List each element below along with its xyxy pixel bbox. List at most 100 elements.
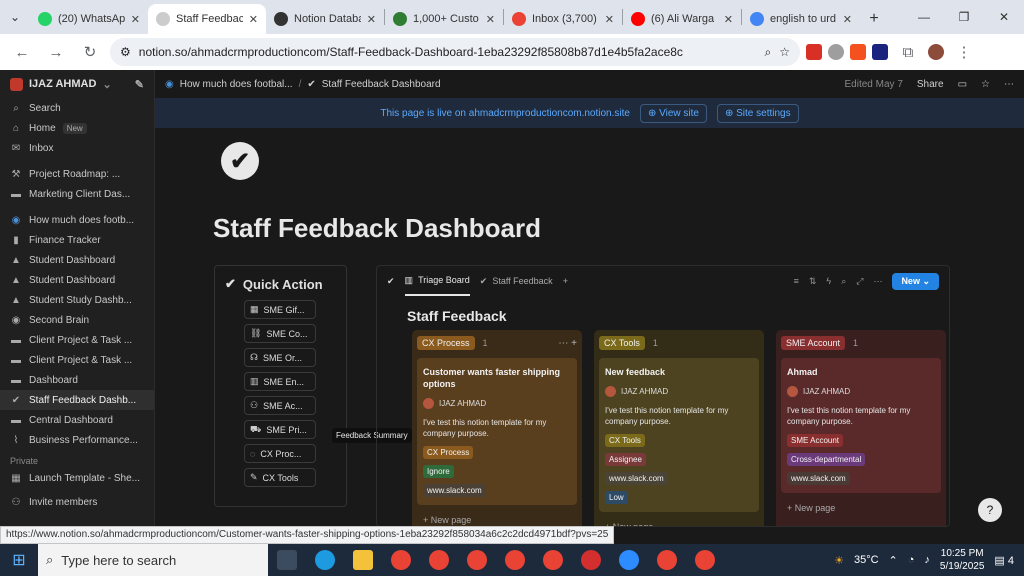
extension-icon[interactable] <box>872 44 888 60</box>
sidebar-item[interactable]: ⌕ Search <box>0 98 154 118</box>
sidebar-item[interactable]: ▬ Client Project & Task ... <box>0 330 154 350</box>
chrome-icon[interactable] <box>534 544 572 576</box>
page-check-icon[interactable]: ✔ <box>221 142 259 180</box>
edge-icon[interactable] <box>306 544 344 576</box>
extension-icon[interactable] <box>850 44 866 60</box>
breadcrumb-page[interactable]: Staff Feedback Dashboard <box>322 79 441 90</box>
url-text[interactable]: notion.so/ahmadcrmproductioncom/Staff-Fe… <box>139 45 757 59</box>
windows-start-icon[interactable]: ⊞ <box>0 544 38 576</box>
comment-icon[interactable]: ▭ <box>958 79 967 90</box>
sidebar-item[interactable]: ▬ Client Project & Task ... <box>0 350 154 370</box>
new-page-icon[interactable]: ✎ <box>135 78 144 91</box>
quick-action-button[interactable]: ⚇ SME Ac... <box>244 396 316 415</box>
quick-action-button[interactable]: ⛟ SME Pri... <box>244 420 316 439</box>
sidebar-item[interactable]: ▲ Student Dashboard <box>0 250 154 270</box>
extension-icon[interactable] <box>806 44 822 60</box>
sidebar-item[interactable]: ▬ Dashboard <box>0 370 154 390</box>
show-hidden-icons[interactable]: ⌃ <box>889 554 898 567</box>
tab-close-icon[interactable]: ✕ <box>367 13 376 26</box>
reload-icon[interactable]: ↻ <box>76 38 104 66</box>
zoom-icon[interactable]: ⌕ <box>765 45 772 60</box>
clock[interactable]: 10:25 PM 5/19/2025 <box>940 547 985 573</box>
sort-icon[interactable]: ⇅ <box>809 276 817 287</box>
browser-tab[interactable]: Inbox (3,700) ✕ <box>504 4 622 34</box>
column-more-icon[interactable]: ⋯ + <box>558 338 577 349</box>
favorite-star-icon[interactable]: ☆ <box>981 79 990 90</box>
extensions-puzzle-icon[interactable]: ⧉ <box>894 38 922 66</box>
quick-action-button[interactable]: ⛓ SME Co... <box>244 324 316 343</box>
bookmark-star-icon[interactable]: ☆ <box>779 45 790 59</box>
search-icon[interactable]: ⌕ <box>841 276 846 287</box>
record-icon[interactable] <box>572 544 610 576</box>
chrome-icon[interactable] <box>382 544 420 576</box>
sidebar-item[interactable]: ▬ Central Dashboard <box>0 410 154 430</box>
quick-action-button[interactable]: ◌ CX Proc... <box>244 444 316 463</box>
sidebar-item[interactable]: ▬ Marketing Client Das... <box>0 184 154 204</box>
sidebar-item[interactable]: ▲ Student Study Dashb... <box>0 290 154 310</box>
taskbar-search[interactable]: ⌕ Type here to search <box>38 544 268 576</box>
weather-icon[interactable]: ☀ <box>834 554 844 567</box>
restore-icon[interactable]: ❐ <box>944 0 984 34</box>
tab-close-icon[interactable]: ✕ <box>843 13 852 26</box>
feedback-card[interactable]: New feedback IJAZ AHMAD I've test this not… <box>599 358 759 512</box>
network-icon[interactable]: ◔ <box>908 554 915 566</box>
more-options-icon[interactable]: ⋯ <box>1004 79 1014 90</box>
new-tab-icon[interactable]: + <box>860 4 888 34</box>
automation-icon[interactable]: ϟ <box>826 276 831 286</box>
volume-icon[interactable]: ♪ <box>924 554 930 566</box>
tab-triage-board[interactable]: ▥ Triage Board <box>404 266 470 296</box>
sidebar-item[interactable]: ✔ Staff Feedback Dashb... <box>0 390 154 410</box>
share-button[interactable]: Share <box>917 79 944 90</box>
column-status-pill[interactable]: CX Tools <box>599 336 645 350</box>
tab-search-icon[interactable]: ⌄ <box>0 0 30 34</box>
forward-icon[interactable]: → <box>42 38 70 66</box>
feedback-card[interactable]: Customer wants faster shipping options IJ… <box>417 358 577 505</box>
sidebar-item[interactable]: ▲ Student Dashboard <box>0 270 154 290</box>
site-info-icon[interactable]: ⚙ <box>120 45 131 59</box>
zoom-icon[interactable] <box>610 544 648 576</box>
back-icon[interactable]: ← <box>8 38 36 66</box>
sidebar-item[interactable]: ⌇ Business Performance... <box>0 430 154 450</box>
profile-avatar[interactable] <box>928 44 944 60</box>
tab-close-icon[interactable]: ✕ <box>131 13 140 26</box>
sidebar-item[interactable]: ◉ Second Brain <box>0 310 154 330</box>
browser-menu-icon[interactable]: ⋮ <box>950 38 978 66</box>
view-site-button[interactable]: ⊕ View site <box>639 103 707 123</box>
new-button[interactable]: New ⌄ <box>892 272 939 290</box>
invite-members[interactable]: ⚇ Invite members <box>0 492 154 512</box>
browser-tab[interactable]: Staff Feedback ✕ <box>148 4 266 34</box>
column-status-pill[interactable]: SME Account <box>781 336 846 350</box>
quick-action-button[interactable]: ▥ SME En... <box>244 372 316 391</box>
notifications-icon[interactable]: ▤ 4 <box>994 554 1014 567</box>
chrome-icon[interactable] <box>496 544 534 576</box>
quick-action-button[interactable]: ✎ CX Tools <box>244 468 316 487</box>
sidebar-item[interactable]: ⚒ Project Roadmap: ... <box>0 164 154 184</box>
close-window-icon[interactable]: ✕ <box>984 0 1024 34</box>
chrome-icon[interactable] <box>420 544 458 576</box>
browser-tab[interactable]: 1,000+ Custo ✕ <box>385 4 503 34</box>
page-title[interactable]: Staff Feedback Dashboard <box>213 213 541 244</box>
sidebar-item[interactable]: ▮ Finance Tracker <box>0 230 154 250</box>
tab-close-icon[interactable]: ✕ <box>486 13 495 26</box>
filter-icon[interactable]: ≡ <box>794 276 799 286</box>
teamspace-header[interactable]: ◉ How much does footb... <box>0 210 154 230</box>
temperature[interactable]: 35°C <box>854 554 879 566</box>
browser-tab[interactable]: (20) WhatsApp ✕ <box>30 4 148 34</box>
task-view-icon[interactable] <box>268 544 306 576</box>
sidebar-item[interactable]: ▦ Launch Template - She... <box>0 468 154 488</box>
column-status-pill[interactable]: CX Process <box>417 336 475 350</box>
expand-icon[interactable]: ⤢ <box>856 276 863 287</box>
browser-tab[interactable]: (6) Ali Warga ✕ <box>623 4 741 34</box>
feedback-card[interactable]: Ahmad IJAZ AHMAD I've test this notion tem… <box>781 358 941 493</box>
tab-close-icon[interactable]: ✕ <box>605 13 614 26</box>
add-view-icon[interactable]: + <box>563 276 568 286</box>
chrome-icon[interactable] <box>686 544 724 576</box>
quick-action-button[interactable]: ☊ SME Or... <box>244 348 316 367</box>
tab-close-icon[interactable]: ✕ <box>724 13 733 26</box>
sidebar-item[interactable]: ⌂ Home New <box>0 118 154 138</box>
workspace-switcher[interactable]: IJAZ AHMAD ⌄ ✎ <box>0 70 154 98</box>
sidebar-item[interactable]: ✉ Inbox <box>0 138 154 158</box>
help-icon[interactable]: ? <box>978 498 1002 522</box>
chrome-icon[interactable] <box>458 544 496 576</box>
new-page-button[interactable]: + New page <box>599 522 759 526</box>
